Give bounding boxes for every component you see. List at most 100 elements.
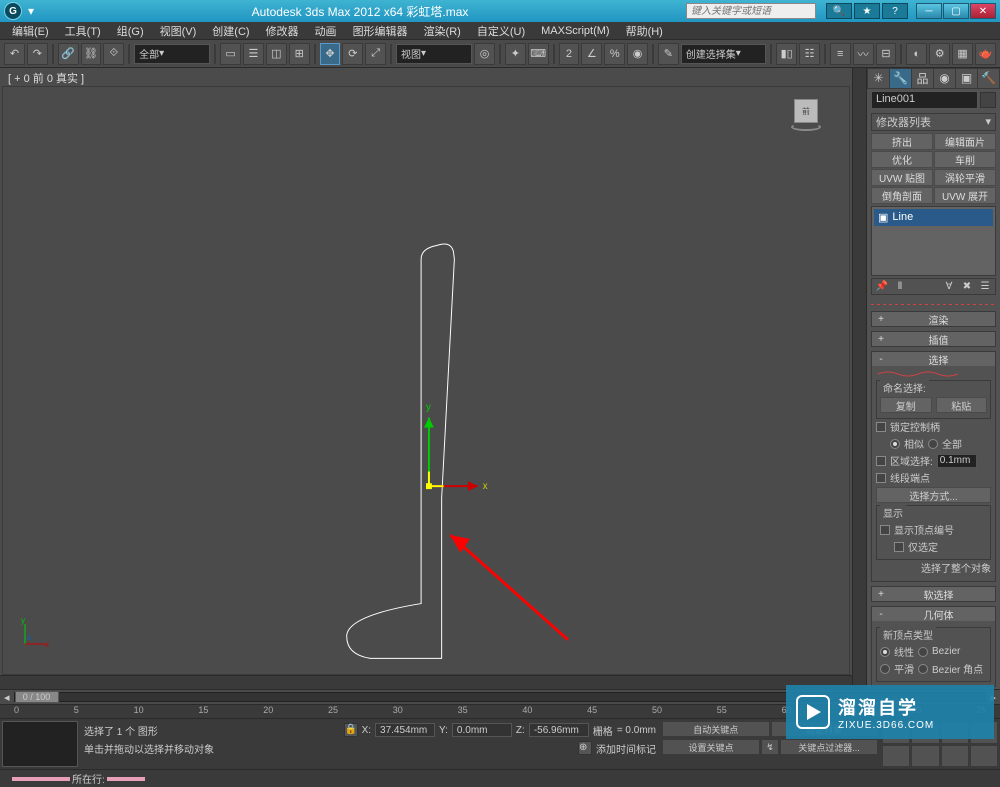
minimize-button[interactable]: ─ <box>916 3 942 19</box>
nav-maximize[interactable] <box>970 745 998 768</box>
viewcube-face[interactable]: 前 <box>794 99 818 123</box>
menu-grapheditor[interactable]: 图形编辑器 <box>345 21 416 41</box>
rollup-softsel-header[interactable]: +软选择 <box>872 587 995 601</box>
modbtn-lathe[interactable]: 车削 <box>934 151 996 168</box>
menu-animation[interactable]: 动画 <box>307 21 345 41</box>
rollup-geom-header[interactable]: -几何体 <box>872 607 995 621</box>
viewcube-ring[interactable] <box>791 123 821 131</box>
align-button[interactable]: ☷ <box>799 43 820 65</box>
expand-icon[interactable]: ▣ <box>878 211 888 224</box>
infocenter-btn-2[interactable]: ★ <box>854 3 880 19</box>
bind-button[interactable]: ⟐ <box>103 43 124 65</box>
tab-display[interactable]: ▣ <box>956 69 977 88</box>
similar-radio[interactable] <box>890 439 900 449</box>
modbtn-uvwunwrap[interactable]: UVW 展开 <box>934 187 996 204</box>
object-color-swatch[interactable] <box>980 92 996 108</box>
snap-2d-button[interactable]: 2 <box>559 43 580 65</box>
only-selected-checkbox[interactable] <box>894 542 904 552</box>
viewport-scrollbar-v[interactable] <box>852 68 866 689</box>
vtype-smooth-radio[interactable] <box>880 664 890 674</box>
render-button[interactable]: 🫖 <box>975 43 996 65</box>
tab-utilities[interactable]: 🔨 <box>978 69 999 88</box>
refcoord-dropdown[interactable]: 视图 ▾ <box>396 44 472 64</box>
show-vertnum-checkbox[interactable] <box>880 525 890 535</box>
mirror-button[interactable]: ▮▯ <box>776 43 797 65</box>
render-setup-button[interactable]: ⚙ <box>929 43 950 65</box>
config-sets-icon[interactable]: ☰ <box>977 280 993 294</box>
modifier-list-dropdown[interactable]: 修改器列表▾ <box>871 113 996 131</box>
infocenter-btn-3[interactable]: ? <box>882 3 908 19</box>
help-search-input[interactable] <box>686 3 816 19</box>
use-center-button[interactable]: ◎ <box>474 43 495 65</box>
modbtn-editpatch[interactable]: 编辑面片 <box>934 133 996 150</box>
viewport[interactable]: y x 前 yxz <box>2 86 850 675</box>
tab-modify[interactable]: 🔧 <box>890 69 911 88</box>
redo-button[interactable]: ↷ <box>27 43 48 65</box>
select-region-button[interactable]: ◫ <box>266 43 287 65</box>
menu-maxscript[interactable]: MAXScript(M) <box>533 23 617 39</box>
vtype-bezcorner-radio[interactable] <box>918 664 928 674</box>
tab-hierarchy[interactable]: 品 <box>912 69 933 88</box>
viewcube[interactable]: 前 <box>789 97 823 131</box>
autokey-button[interactable]: 自动关键点 <box>662 721 770 737</box>
mini-listener[interactable] <box>2 721 78 767</box>
maximize-button[interactable]: ▢ <box>943 3 969 19</box>
show-end-icon[interactable]: Ⅱ <box>892 280 908 294</box>
named-selection-dropdown[interactable]: 创建选择集 ▾ <box>681 44 767 64</box>
area-select-spinner[interactable]: 0.1mm <box>937 454 977 468</box>
menu-tools[interactable]: 工具(T) <box>57 21 109 41</box>
viewport-scrollbar-h[interactable] <box>0 675 852 689</box>
nav-orbit[interactable] <box>941 745 969 768</box>
make-unique-icon[interactable]: ∀ <box>941 280 957 294</box>
menu-view[interactable]: 视图(V) <box>152 21 205 41</box>
select-move-button[interactable]: ✥ <box>320 43 341 65</box>
rollup-render-header[interactable]: +渲染 <box>872 312 995 326</box>
menu-customize[interactable]: 自定义(U) <box>469 21 533 41</box>
schematic-button[interactable]: ⊟ <box>876 43 897 65</box>
window-crossing-button[interactable]: ⊞ <box>289 43 310 65</box>
modbtn-extrude[interactable]: 挤出 <box>871 133 933 150</box>
select-by-button[interactable]: 选择方式... <box>876 487 991 503</box>
copy-selection-button[interactable]: 复制 <box>880 397 932 413</box>
timeslider-prev-icon[interactable]: ◂ <box>4 691 10 704</box>
layers-button[interactable]: ≡ <box>830 43 851 65</box>
time-slider-handle[interactable]: 0 / 100 <box>15 691 59 703</box>
menu-modifiers[interactable]: 修改器 <box>258 21 307 41</box>
remove-mod-icon[interactable]: ✖ <box>959 280 975 294</box>
coord-x-field[interactable]: 37.454mm <box>375 723 435 737</box>
stack-item-line[interactable]: ▣Line <box>874 209 993 226</box>
selection-filter-dropdown[interactable]: 全部 ▾ <box>134 44 210 64</box>
select-scale-button[interactable]: ⤢ <box>365 43 386 65</box>
all-radio[interactable] <box>928 439 938 449</box>
unlink-button[interactable]: ⛓ <box>81 43 102 65</box>
material-editor-button[interactable]: ◐ <box>906 43 927 65</box>
tab-create[interactable]: ✳ <box>868 69 889 88</box>
modbtn-uvwmap[interactable]: UVW 贴图 <box>871 169 933 186</box>
select-name-button[interactable]: ☰ <box>243 43 264 65</box>
undo-button[interactable]: ↶ <box>4 43 25 65</box>
snap-spinner-button[interactable]: ◉ <box>627 43 648 65</box>
setkey-button[interactable]: 设置关键点 <box>662 739 760 755</box>
render-frame-button[interactable]: ▦ <box>952 43 973 65</box>
coord-y-field[interactable]: 0.0mm <box>452 723 512 737</box>
close-button[interactable]: ✕ <box>970 3 996 19</box>
snap-angle-button[interactable]: ∠ <box>581 43 602 65</box>
listener-box-1[interactable] <box>12 777 70 781</box>
curve-editor-button[interactable]: 〰 <box>853 43 874 65</box>
rollup-selection-header[interactable]: -选择 <box>872 352 995 366</box>
menu-help[interactable]: 帮助(H) <box>618 21 671 41</box>
menu-edit[interactable]: 编辑(E) <box>4 21 57 41</box>
keyfilter-button[interactable]: 关键点过滤器... <box>780 739 878 755</box>
menu-render[interactable]: 渲染(R) <box>416 21 469 41</box>
viewport-label[interactable]: [ + 0 前 0 真实 ] <box>0 68 852 86</box>
pin-stack-icon[interactable]: 📌 <box>874 280 890 294</box>
manipulate-button[interactable]: ✦ <box>505 43 526 65</box>
seg-end-checkbox[interactable] <box>876 473 886 483</box>
coord-z-field[interactable]: -56.96mm <box>529 723 589 737</box>
editnamedsel-button[interactable]: ✎ <box>658 43 679 65</box>
rollup-interp-header[interactable]: +插值 <box>872 332 995 346</box>
menu-create[interactable]: 创建(C) <box>204 21 257 41</box>
modifier-stack[interactable]: ▣Line <box>871 206 996 276</box>
select-object-button[interactable]: ▭ <box>220 43 241 65</box>
snap-percent-button[interactable]: % <box>604 43 625 65</box>
